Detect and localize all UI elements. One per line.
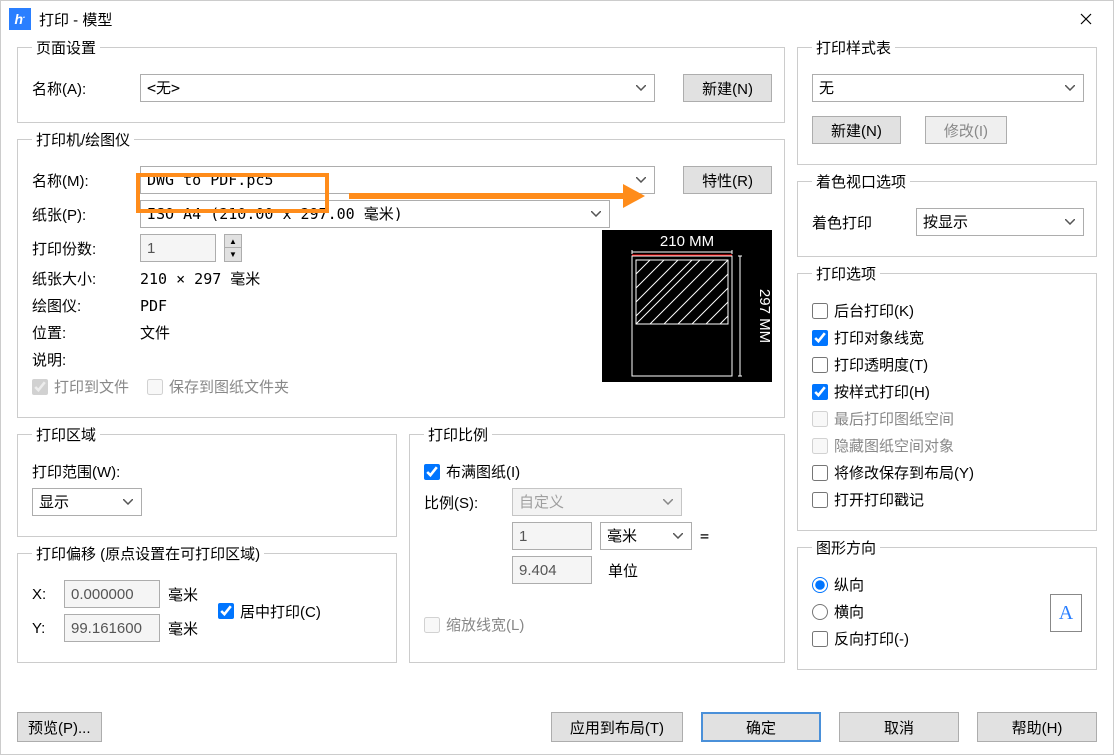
close-icon — [1080, 13, 1092, 25]
scale-ratio-select: 自定义 — [512, 488, 682, 516]
cancel-button[interactable]: 取消 — [839, 712, 959, 742]
shade-legend: 着色视口选项 — [812, 171, 910, 192]
fit-paper-checkbox[interactable]: 布满图纸(I) — [424, 461, 520, 482]
svg-text:210 MM: 210 MM — [660, 233, 714, 250]
opt-paperlast-checkbox: 最后打印图纸空间 — [812, 408, 954, 429]
scale-lineweight-checkbox: 缩放线宽(L) — [424, 614, 524, 635]
location-value: 文件 — [140, 322, 170, 343]
app-icon: h. — [9, 8, 31, 30]
footer: 预览(P)... 应用到布局(T) 确定 取消 帮助(H) — [17, 712, 1097, 742]
highlight-arrow-head-icon — [623, 184, 645, 208]
copies-spinner[interactable]: ▲▼ — [224, 234, 242, 262]
scale-unit-select[interactable]: 毫米 — [600, 522, 692, 550]
shade-viewport-group: 着色视口选项 着色打印 按显示 — [797, 171, 1097, 257]
opt-stamp-checkbox[interactable]: 打开打印戳记 — [812, 489, 924, 510]
scale-bottom-label: 单位 — [608, 560, 638, 581]
orient-portrait-radio[interactable]: 纵向 — [812, 574, 864, 595]
orientation-legend: 图形方向 — [812, 537, 880, 558]
apply-layout-button[interactable]: 应用到布局(T) — [551, 712, 683, 742]
scale-bottom-input — [512, 556, 592, 584]
print-style-legend: 打印样式表 — [812, 37, 895, 58]
offset-x-input — [64, 580, 160, 608]
page-setup-legend: 页面设置 — [32, 37, 100, 58]
scale-top-input — [512, 522, 592, 550]
paper-size-value: 210 × 297 毫米 — [140, 268, 260, 289]
help-button[interactable]: 帮助(H) — [977, 712, 1097, 742]
opt-hidepaper-checkbox: 隐藏图纸空间对象 — [812, 435, 954, 456]
print-style-group: 打印样式表 无 新建(N) 修改(I) — [797, 37, 1097, 165]
print-area-group: 打印区域 打印范围(W): 显示 — [17, 424, 397, 537]
plotter-label: 绘图仪: — [32, 295, 132, 316]
spinner-down-icon[interactable]: ▼ — [225, 248, 241, 261]
print-scale-group: 打印比例 布满图纸(I) 比例(S): 自定义 毫米 — [409, 424, 785, 663]
titlebar: h. 打印 - 模型 — [1, 1, 1113, 37]
print-options-group: 打印选项 后台打印(K) 打印对象线宽 打印透明度(T) 按样式打印(H) 最后… — [797, 263, 1097, 531]
style-modify-button: 修改(I) — [925, 116, 1007, 144]
svg-text:297 MM: 297 MM — [756, 289, 772, 343]
orientation-icon: A — [1050, 594, 1082, 632]
opt-savelayout-checkbox[interactable]: 将修改保存到布局(Y) — [812, 462, 974, 483]
copies-label: 打印份数: — [32, 238, 132, 259]
style-new-button[interactable]: 新建(N) — [812, 116, 901, 144]
print-offset-legend: 打印偏移 (原点设置在可打印区域) — [32, 543, 264, 564]
scale-equals: = — [700, 527, 709, 545]
print-area-legend: 打印区域 — [32, 424, 100, 445]
paper-preview: 210 MM 297 MM — [602, 230, 772, 382]
save-to-folder-checkbox: 保存到图纸文件夹 — [147, 376, 289, 397]
copies-input[interactable] — [140, 234, 216, 262]
highlight-arrow-line — [349, 193, 625, 199]
page-name-select[interactable]: <无> — [140, 74, 655, 102]
shade-select[interactable]: 按显示 — [916, 208, 1084, 236]
offset-y-label: Y: — [32, 620, 56, 637]
offset-y-input — [64, 614, 160, 642]
opt-lineweight-checkbox[interactable]: 打印对象线宽 — [812, 327, 924, 348]
print-range-select[interactable]: 显示 — [32, 488, 142, 516]
desc-label: 说明: — [32, 349, 132, 370]
opt-transparency-checkbox[interactable]: 打印透明度(T) — [812, 354, 928, 375]
ok-button[interactable]: 确定 — [701, 712, 821, 742]
print-style-select[interactable]: 无 — [812, 74, 1084, 102]
printer-name-select[interactable]: DWG to PDF.pc5 — [140, 166, 655, 194]
close-button[interactable] — [1063, 3, 1109, 35]
shade-label: 着色打印 — [812, 212, 908, 233]
orientation-group: 图形方向 纵向 横向 反向打印(-) A — [797, 537, 1097, 670]
opt-background-checkbox[interactable]: 后台打印(K) — [812, 300, 914, 321]
scale-ratio-label: 比例(S): — [424, 492, 504, 513]
preview-button[interactable]: 预览(P)... — [17, 712, 102, 742]
paper-select[interactable]: ISO A4 (210.00 x 297.00 毫米) — [140, 200, 610, 228]
printer-name-label: 名称(M): — [32, 170, 132, 191]
page-name-label: 名称(A): — [32, 78, 132, 99]
print-scale-legend: 打印比例 — [424, 424, 492, 445]
page-setup-group: 页面设置 名称(A): <无> 新建(N) — [17, 37, 785, 123]
window-title: 打印 - 模型 — [39, 9, 1063, 30]
offset-x-label: X: — [32, 586, 56, 603]
print-offset-group: 打印偏移 (原点设置在可打印区域) X: 毫米 Y: 毫米 — [17, 543, 397, 663]
paper-preview-icon: 210 MM 297 MM — [602, 230, 772, 382]
print-range-label: 打印范围(W): — [32, 461, 120, 482]
location-label: 位置: — [32, 322, 132, 343]
offset-x-unit: 毫米 — [168, 584, 198, 605]
plotter-value: PDF — [140, 297, 167, 315]
printer-group: 打印机/绘图仪 名称(M): DWG to PDF.pc5 特性(R) 纸张(P… — [17, 129, 785, 418]
print-to-file-checkbox: 打印到文件 — [32, 376, 129, 397]
paper-label: 纸张(P): — [32, 204, 132, 225]
paper-size-label: 纸张大小: — [32, 268, 132, 289]
orient-reverse-checkbox[interactable]: 反向打印(-) — [812, 628, 909, 649]
spinner-up-icon[interactable]: ▲ — [225, 235, 241, 248]
printer-properties-button[interactable]: 特性(R) — [683, 166, 772, 194]
opt-bystyle-checkbox[interactable]: 按样式打印(H) — [812, 381, 930, 402]
page-new-button[interactable]: 新建(N) — [683, 74, 772, 102]
offset-y-unit: 毫米 — [168, 618, 198, 639]
print-options-legend: 打印选项 — [812, 263, 880, 284]
center-print-checkbox[interactable]: 居中打印(C) — [218, 601, 321, 622]
printer-legend: 打印机/绘图仪 — [32, 129, 134, 150]
orient-landscape-radio[interactable]: 横向 — [812, 601, 864, 622]
